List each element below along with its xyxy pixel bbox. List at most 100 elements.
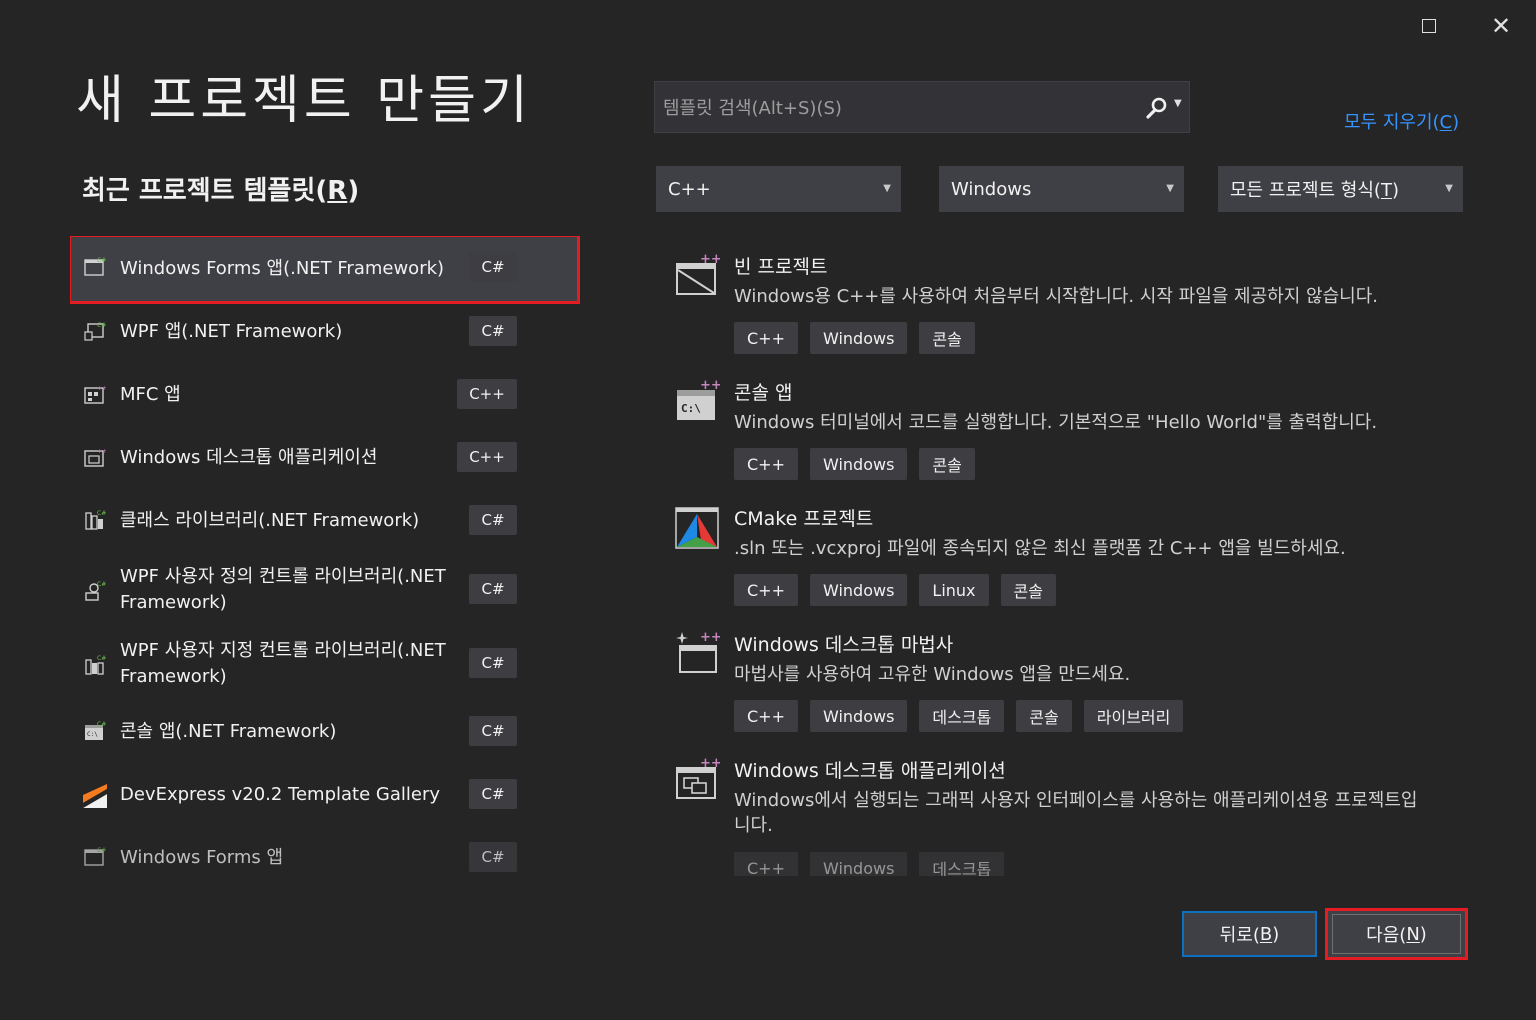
svg-text:++: ++ [97,448,106,455]
lang-badge: C# [469,842,517,872]
page-title: 새 프로젝트 만들기 [76,71,532,131]
console-app-icon: C:\ ++ [677,378,720,420]
template-item-cmake[interactable]: CMake 프로젝트 .sln 또는 .vcxproj 파일에 종속되지 않은 … [660,492,1460,618]
search-icon[interactable] [1145,95,1169,121]
svg-text:C#: C# [97,510,106,517]
next-button[interactable]: 다음(N) [1325,908,1468,960]
tag: 콘솔 [919,448,975,480]
template-description: Windows용 C++를 사용하여 처음부터 시작합니다. 시작 파일을 제공… [734,286,1378,307]
template-name: Windows 데스크톱 애플리케이션 [734,760,1006,782]
recent-item-label: WPF 앱(.NET Framework) [120,321,343,342]
svg-text:++: ++ [700,756,720,771]
tag: 콘솔 [1000,574,1056,606]
template-description: Windows에서 실행되는 그래픽 사용자 인터페이스를 사용하는 애플리케이… [734,790,1418,836]
recent-item-label: DevExpress v20.2 Template Gallery [120,784,441,805]
svg-text:++: ++ [700,252,720,267]
template-item-desktop-app[interactable]: ++ Windows 데스크톱 애플리케이션 Windows에서 실행되는 그래… [660,744,1460,876]
lang-badge: C++ [457,379,517,409]
winforms-icon: C# [84,257,106,276]
language-filter[interactable]: C++ ▼ [656,166,901,212]
back-button[interactable]: 뒤로(B) [1182,911,1317,957]
recent-item-label: 클래스 라이브러리(.NET Framework) [120,510,420,531]
recent-item-label: 콘솔 앱(.NET Framework) [120,721,337,742]
template-item-desktop-wizard[interactable]: ++ Windows 데스크톱 마법사 마법사를 사용하여 고유한 Window… [660,618,1460,744]
tag: C++ [734,322,798,354]
template-description: 마법사를 사용하여 고유한 Windows 앱을 만드세요. [734,664,1131,685]
lang-badge: C# [469,316,517,346]
template-item-console-app[interactable]: C:\ ++ 콘솔 앱 Windows 터미널에서 코드를 실행합니다. 기본적으… [660,366,1460,492]
tag: Windows [809,700,908,732]
lang-badge: C++ [457,442,517,472]
lang-badge: C# [469,505,517,535]
recent-item-label: MFC 앱 [120,384,181,405]
recent-item-winforms[interactable]: C# Windows Forms 앱 C# [70,828,578,876]
recent-templates-list[interactable]: C# Windows Forms 앱(.NET Framework) C# C#… [70,236,580,876]
recent-item-console-netfx[interactable]: C:\ C# 콘솔 앱(.NET Framework) C# [70,702,578,765]
svg-text:C:\: C:\ [681,402,701,415]
tag: C++ [734,448,798,480]
svg-text:C#: C# [97,322,106,329]
recent-item-class-library[interactable]: C# 클래스 라이브러리(.NET Framework) C# [70,491,578,554]
template-description: .sln 또는 .vcxproj 파일에 종속되지 않은 최신 플랫폼 간 C+… [734,538,1346,559]
svg-text:C#: C# [97,655,106,662]
chevron-down-icon: ▼ [1166,183,1174,194]
tag: 라이브러리 [1083,700,1184,732]
template-tags: C++ Windows Linux 콘솔 [734,574,1056,606]
mfc-app-icon: ++ [84,385,106,404]
recent-item-wpf-netfx[interactable]: C# WPF 앱(.NET Framework) C# [70,302,578,365]
tag: 데스크톱 [919,852,1005,876]
template-results-list[interactable]: ++ 빈 프로젝트 Windows용 C++를 사용하여 처음부터 시작합니다.… [660,240,1460,876]
template-name: 빈 프로젝트 [734,256,828,278]
tag: 데스크톱 [919,700,1005,732]
clear-all-link[interactable]: 모두 지우기(C) [1344,108,1459,134]
recent-templates-title: 최근 프로젝트 템플릿(R) [82,176,360,206]
maximize-button[interactable] [1409,10,1449,42]
tag: C++ [734,700,798,732]
wpf-app-icon: C# [84,322,106,341]
search-options-chevron-icon[interactable]: ▼ [1174,98,1182,109]
tag: Linux [919,574,989,606]
recent-item-wpf-custom-control[interactable]: C# WPF 사용자 정의 컨트롤 라이브러리(.NET Framework) … [70,554,578,628]
next-button-label: 다음(N) [1332,914,1461,954]
lang-badge: C# [469,779,517,809]
svg-text:++: ++ [700,378,720,393]
desktop-app-icon: ++ [676,756,720,799]
template-tags: C++ Windows 데스크톱 콘솔 라이브러리 [734,700,1184,732]
platform-filter-value: Windows [951,178,1032,200]
lang-badge: C# [469,252,517,282]
class-library-icon: C# [85,510,106,530]
tag: Windows [809,574,908,606]
tag: 콘솔 [919,322,975,354]
recent-item-desktop-app[interactable]: ++ Windows 데스크톱 애플리케이션 C++ [70,428,578,491]
recent-item-label: Windows Forms 앱(.NET Framework) [120,258,445,279]
recent-item-label: Windows 데스크톱 애플리케이션 [120,447,378,468]
language-filter-value: C++ [668,178,711,200]
recent-item-wpf-user-control[interactable]: C# WPF 사용자 지정 컨트롤 라이브러리(.NET Framework) … [70,628,578,702]
recent-item-label: WPF 사용자 정의 컨트롤 라이브러리(.NET Framework) [120,566,446,613]
template-name: CMake 프로젝트 [734,508,874,530]
chevron-down-icon: ▼ [883,183,891,194]
desktop-wizard-icon: ++ [676,630,720,673]
close-icon: ✕ [1490,12,1512,40]
recent-item-devexpress[interactable]: DevExpress v20.2 Template Gallery C# [70,765,578,828]
empty-project-icon: ++ [676,252,720,295]
tag: Windows [809,448,908,480]
search-input[interactable] [663,95,1133,121]
platform-filter[interactable]: Windows ▼ [939,166,1184,212]
project-type-filter[interactable]: 모든 프로젝트 형식(T) ▼ [1218,166,1463,212]
project-type-filter-value: 모든 프로젝트 형식(T) [1230,180,1399,201]
lang-badge: C# [469,648,517,678]
template-item-empty-project[interactable]: ++ 빈 프로젝트 Windows용 C++를 사용하여 처음부터 시작합니다.… [660,240,1460,366]
svg-text:C#: C# [97,257,106,264]
tag: C++ [734,852,798,876]
tag: Windows [809,852,908,876]
lang-badge: C# [469,574,517,604]
recent-item-mfc-app[interactable]: ++ MFC 앱 C++ [70,365,578,428]
wpf-custom-control-icon: C# [85,581,106,601]
cmake-icon [675,507,719,549]
close-button[interactable]: ✕ [1481,10,1521,42]
tag: 콘솔 [1016,700,1072,732]
recent-item-winforms-netfx[interactable]: C# Windows Forms 앱(.NET Framework) C# [70,236,580,304]
template-search[interactable]: ▼ [654,81,1190,133]
wpf-user-control-icon: C# [85,655,106,675]
